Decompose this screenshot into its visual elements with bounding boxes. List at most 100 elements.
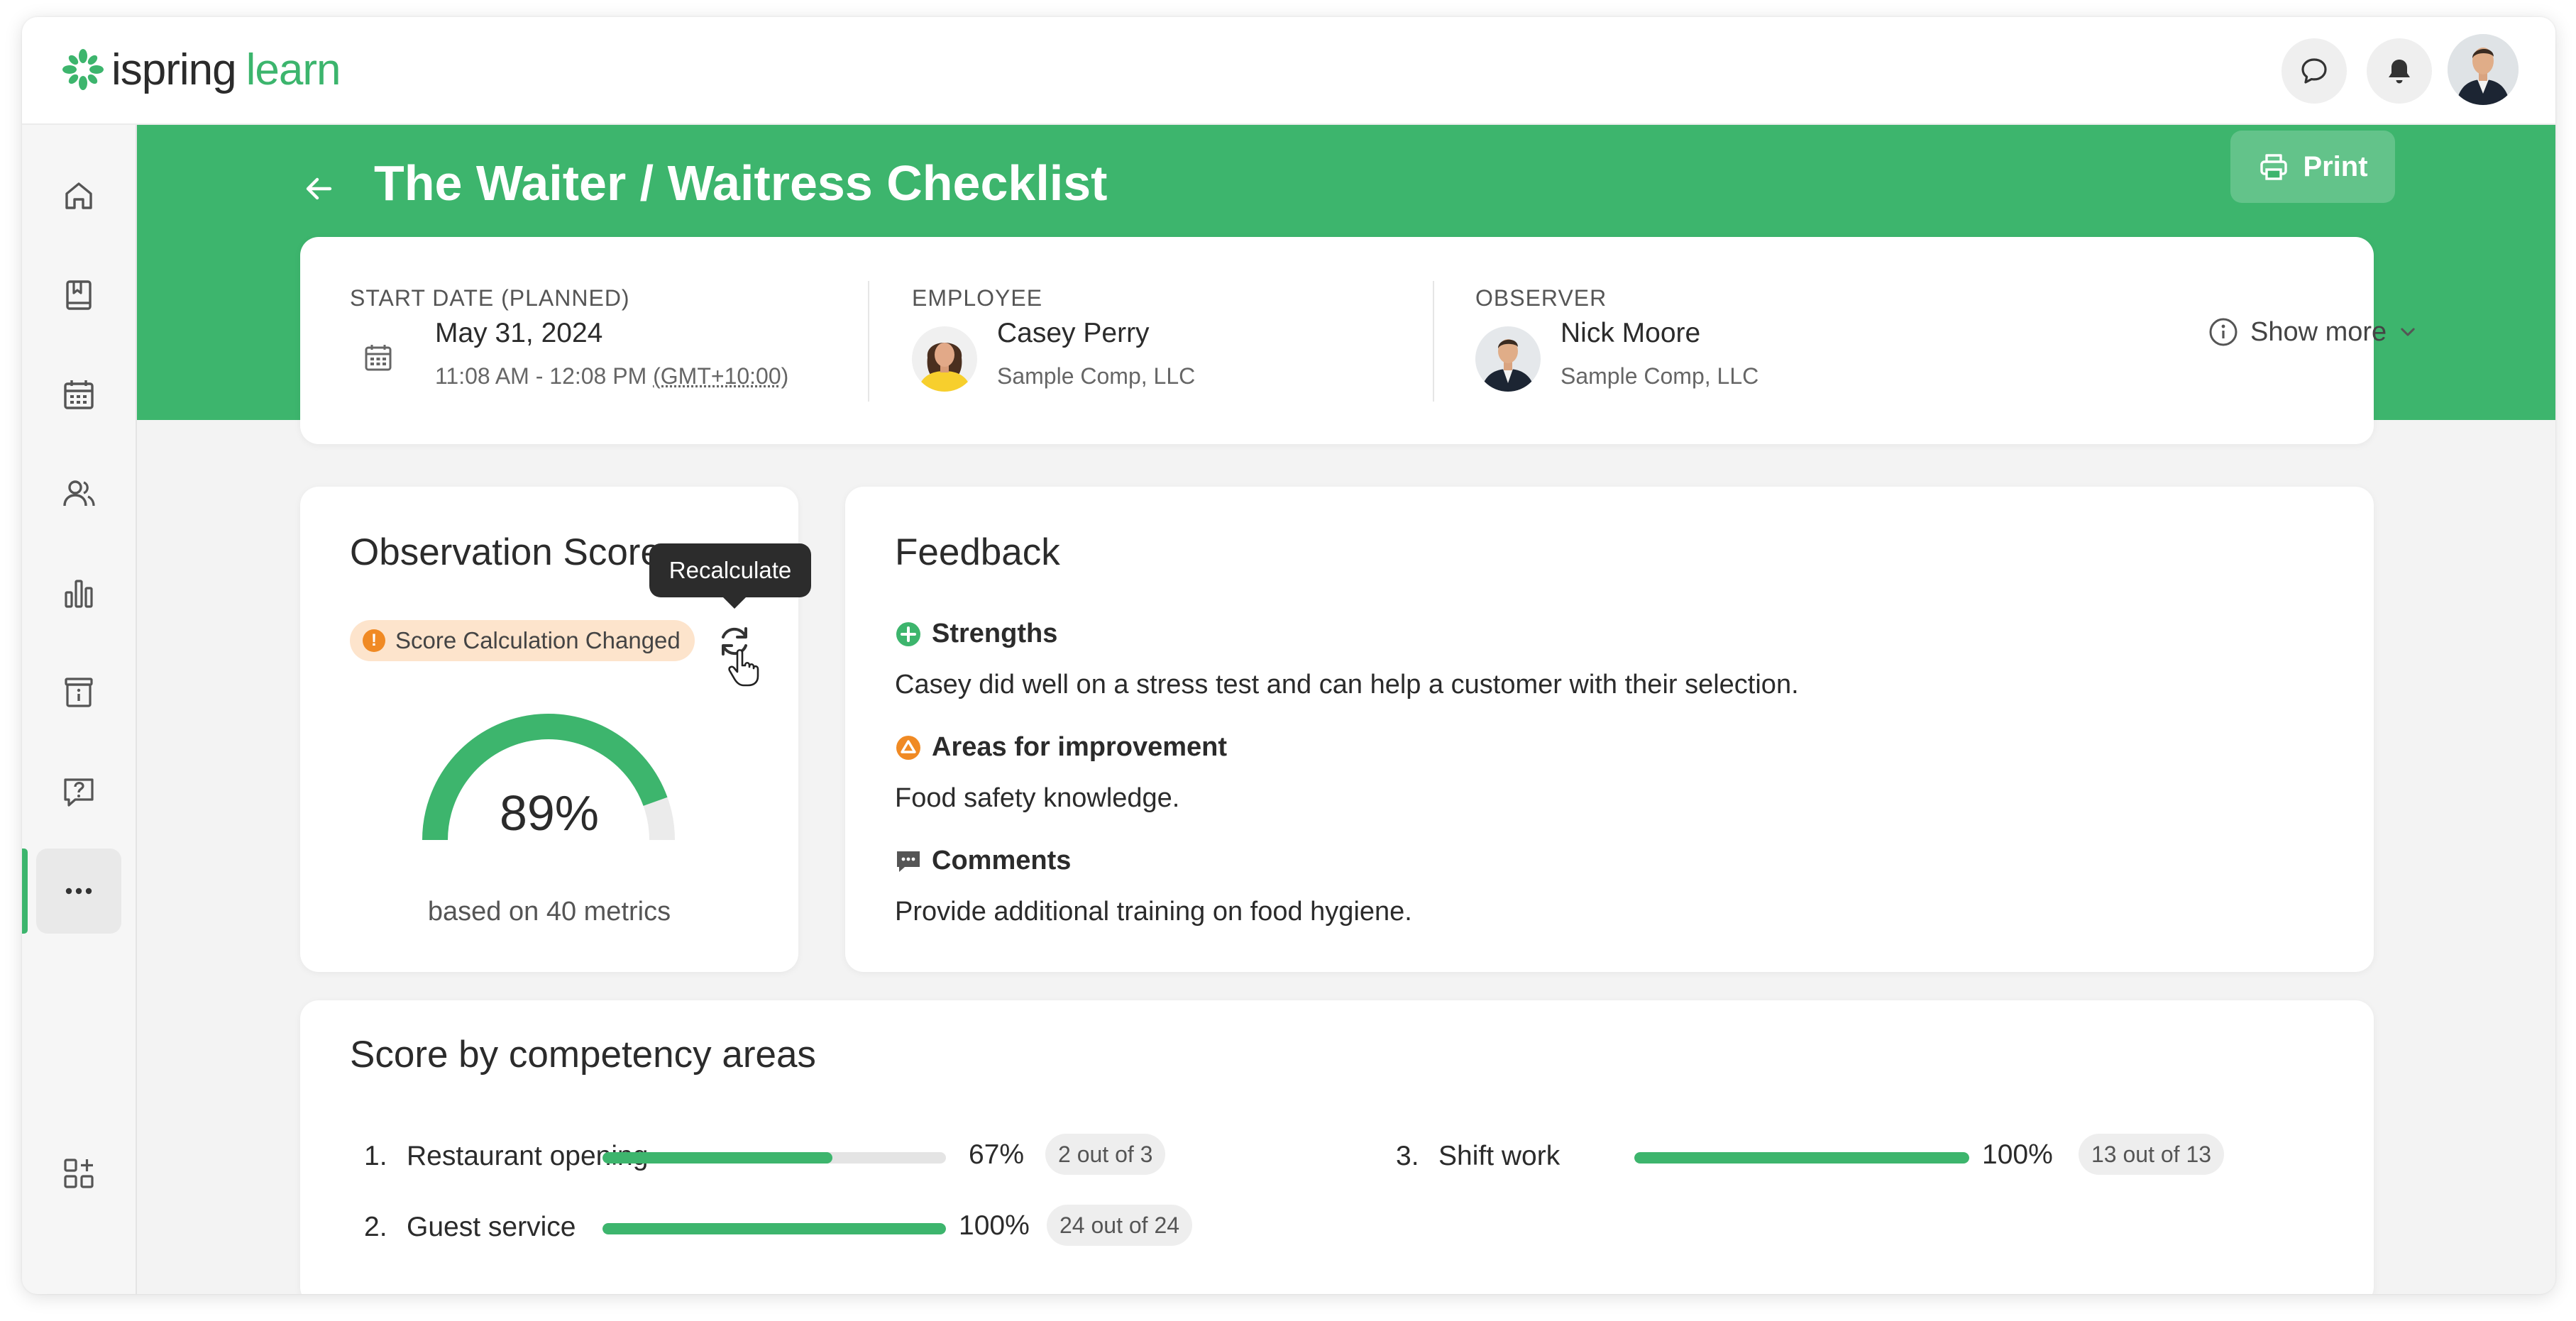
- info-circle-icon: [2209, 318, 2238, 346]
- sidebar-item-more[interactable]: [36, 849, 121, 934]
- logo-mark-icon: [62, 49, 104, 90]
- info-divider: [1433, 281, 1434, 402]
- score-value: 89%: [499, 785, 600, 841]
- competency-number: 1.: [364, 1141, 387, 1171]
- sidebar: [22, 123, 137, 1294]
- sidebar-item-info-board[interactable]: [36, 650, 121, 735]
- employee-company: Sample Comp, LLC: [997, 363, 1196, 389]
- sidebar-item-home[interactable]: [36, 153, 121, 238]
- strengths-heading: Strengths: [895, 619, 1057, 649]
- competency-count-pill: 13 out of 13: [2079, 1134, 2225, 1175]
- competency-scores-card: Score by competency areas 1. Restaurant …: [300, 1000, 2374, 1294]
- comments-heading: Comments: [895, 846, 1071, 876]
- competency-percent: 67%: [969, 1139, 1025, 1170]
- observer-company: Sample Comp, LLC: [1561, 363, 1759, 389]
- timezone-link[interactable]: (GMT+10:00): [653, 363, 788, 389]
- show-more-button[interactable]: Show more: [2208, 316, 2421, 348]
- competency-progress-bar: [602, 1223, 946, 1234]
- sidebar-item-help[interactable]: [36, 749, 121, 834]
- start-date-value: May 31, 2024: [435, 318, 603, 348]
- competency-progress-fill: [1634, 1152, 1969, 1164]
- logo-word-learn: learn: [246, 45, 341, 94]
- courses-icon: [66, 280, 92, 310]
- competency-count-pill: 24 out of 24: [1047, 1205, 1193, 1246]
- user-avatar[interactable]: [2448, 34, 2519, 105]
- top-bar: ispring learn: [22, 17, 2555, 125]
- show-more-label: Show more: [2250, 316, 2387, 347]
- observation-score-card: Observation Score ! Score Calculation Ch…: [300, 487, 811, 972]
- back-arrow-icon[interactable]: [297, 167, 340, 210]
- notifications-button[interactable]: [2367, 38, 2432, 104]
- sidebar-item-add-widget[interactable]: [36, 1131, 121, 1216]
- competency-progress-bar: [602, 1152, 946, 1164]
- start-date-label: START DATE (PLANNED): [350, 285, 630, 311]
- man-portrait-icon: [2448, 34, 2519, 105]
- feedback-card: Feedback Strengths Casey did well on a s…: [845, 487, 2374, 972]
- reports-icon: [65, 580, 93, 608]
- competency-progress-fill: [602, 1152, 833, 1164]
- woman-portrait-icon: [912, 326, 977, 392]
- observer-label: OBSERVER: [1475, 285, 1607, 311]
- observer-avatar[interactable]: [1475, 326, 1541, 392]
- home-icon: [65, 182, 92, 209]
- competency-percent: 100%: [959, 1210, 1030, 1241]
- triangle-up-circle-icon: [896, 735, 920, 760]
- add-widget-icon: [64, 1159, 94, 1188]
- info-board-icon: [65, 678, 93, 707]
- sidebar-item-reports[interactable]: [36, 551, 121, 636]
- man-portrait-icon: [1475, 326, 1541, 392]
- employee-label: EMPLOYEE: [912, 285, 1043, 311]
- comments-text: Provide additional training on food hygi…: [895, 897, 1412, 927]
- chat-button[interactable]: [2281, 38, 2347, 104]
- printer-icon: [2260, 154, 2288, 180]
- ispring-logo[interactable]: ispring learn: [62, 41, 341, 98]
- observation-score-title: Observation Score: [350, 531, 661, 573]
- more-icon: [65, 888, 92, 895]
- print-button[interactable]: Print: [2230, 131, 2395, 203]
- employee-avatar[interactable]: [912, 326, 977, 392]
- employee-name[interactable]: Casey Perry: [997, 318, 1150, 349]
- competency-title: Score by competency areas: [350, 1034, 816, 1076]
- calendar-icon: [64, 380, 94, 409]
- chevron-down-icon: [2401, 328, 2415, 336]
- print-label: Print: [2303, 150, 2368, 182]
- improvement-label: Areas for improvement: [932, 732, 1228, 762]
- calendar-icon: [365, 345, 392, 371]
- competency-name: Shift work: [1438, 1141, 1561, 1171]
- sidebar-item-calendar[interactable]: [36, 352, 121, 437]
- sidebar-item-courses[interactable]: [36, 253, 121, 338]
- info-divider: [868, 281, 869, 402]
- score-changed-text: Score Calculation Changed: [395, 627, 681, 653]
- app-window: ispring learn The Waiter / Waitress Chec…: [22, 17, 2555, 1294]
- strengths-label: Strengths: [932, 619, 1058, 648]
- competency-progress-fill: [602, 1223, 946, 1234]
- plus-circle-icon: [896, 621, 920, 646]
- feedback-title: Feedback: [895, 531, 1060, 573]
- active-indicator: [22, 849, 28, 934]
- time-range-text: 11:08 AM - 12:08 PM (GMT+10:00): [435, 363, 788, 389]
- comments-label: Comments: [932, 846, 1072, 875]
- bell-icon: [2389, 60, 2410, 84]
- competency-name: Guest service: [407, 1212, 576, 1242]
- observer-name[interactable]: Nick Moore: [1561, 318, 1700, 349]
- chat-bubble-icon: [2301, 58, 2327, 84]
- competency-percent: 100%: [1982, 1139, 2053, 1170]
- sidebar-item-users[interactable]: [36, 451, 121, 536]
- improvement-heading: Areas for improvement: [895, 732, 1227, 763]
- competency-number: 3.: [1396, 1141, 1419, 1171]
- time-range: 11:08 AM - 12:08 PM: [435, 363, 647, 389]
- score-changed-badge: ! Score Calculation Changed: [350, 620, 695, 661]
- metrics-count: based on 40 metrics: [427, 897, 671, 927]
- competency-number: 2.: [364, 1212, 387, 1242]
- session-info-card: START DATE (PLANNED) May 31, 2024 11:08 …: [300, 237, 2415, 444]
- help-chat-icon: [64, 778, 94, 807]
- logo-word-ispring: ispring: [111, 45, 237, 94]
- competency-count-pill: 2 out of 3: [1045, 1134, 1166, 1175]
- users-icon: [63, 480, 95, 507]
- strengths-text: Casey did well on a stress test and can …: [895, 670, 1799, 700]
- page-title: The Waiter / Waitress Checklist: [374, 155, 1108, 211]
- recalculate-tooltip: Recalculate: [649, 543, 811, 609]
- main-content: The Waiter / Waitress Checklist Print ST…: [136, 123, 2555, 1294]
- warning-icon: !: [363, 629, 385, 652]
- competency-progress-bar: [1634, 1152, 1969, 1164]
